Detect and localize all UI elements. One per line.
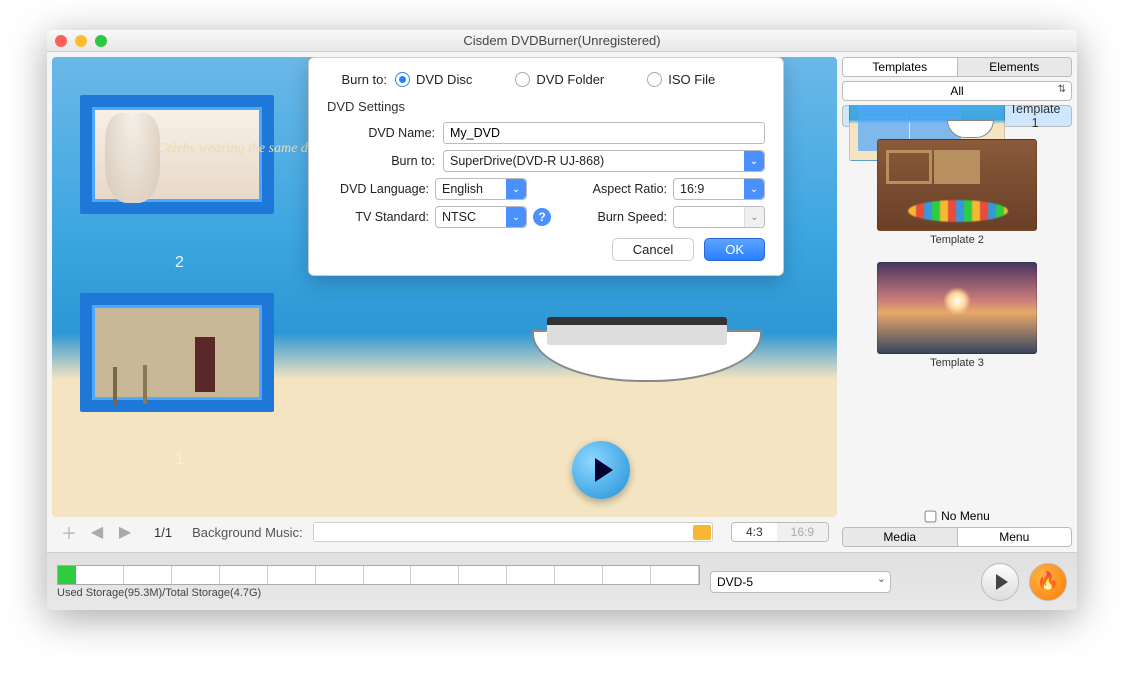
prev-page-icon[interactable]: ◀	[88, 523, 106, 541]
video-clip-1[interactable]	[80, 293, 274, 412]
help-icon[interactable]: ?	[533, 208, 551, 226]
dvd-language-label: DVD Language:	[327, 182, 429, 196]
preview-toolbar: ＋ ◀ ▶ 1/1 Background Music: 4:3 16:9	[52, 517, 837, 547]
aspect-ratio-label: Aspect Ratio:	[593, 182, 667, 196]
aspect-ratio-select[interactable]: 16:9⌄	[673, 178, 765, 200]
dvd-settings-header: DVD Settings	[327, 99, 765, 114]
radio-dvd-disc[interactable]: DVD Disc	[395, 72, 472, 87]
ok-button[interactable]: OK	[704, 238, 765, 261]
sidebar: Templates Elements All Template 1 Templa…	[842, 57, 1072, 547]
template-item-3[interactable]: Template 3	[842, 258, 1072, 373]
aspect-43-button[interactable]: 4:3	[732, 523, 777, 541]
burn-button[interactable]	[1029, 563, 1067, 601]
dvd-language-select[interactable]: English⌄	[435, 178, 527, 200]
clip-number-1: 1	[175, 451, 184, 469]
radio-iso-file[interactable]: ISO File	[647, 72, 715, 87]
burn-to-drive-label: Burn to:	[345, 154, 435, 168]
menu-preview-canvas[interactable]: Celebs wearing the same dress 2 1 Burn t…	[52, 57, 837, 517]
burn-to-drive-select[interactable]: SuperDrive(DVD-R UJ-868)⌄	[443, 150, 765, 172]
burn-settings-dialog: Burn to: DVD Disc DVD Folder ISO File DV…	[308, 57, 784, 276]
tab-menu[interactable]: Menu	[957, 528, 1072, 546]
tab-elements[interactable]: Elements	[957, 58, 1072, 76]
template-item-1[interactable]: Template 1	[842, 105, 1072, 127]
dvd-name-label: DVD Name:	[345, 126, 435, 140]
page-indicator: 1/1	[154, 525, 172, 540]
add-icon[interactable]: ＋	[60, 523, 78, 541]
tv-standard-label: TV Standard:	[327, 210, 429, 224]
template-art-boat	[532, 302, 762, 382]
tab-templates[interactable]: Templates	[843, 58, 957, 76]
bottom-bar: Used Storage(95.3M)/Total Storage(4.7G)	[47, 552, 1077, 610]
category-select[interactable]: All	[842, 81, 1072, 101]
app-window: Cisdem DVDBurner(Unregistered) Celebs we…	[47, 30, 1077, 610]
template-item-2[interactable]: Template 2	[842, 135, 1072, 250]
video-clip-caption: Celebs wearing the same dress	[157, 141, 330, 158]
aspect-segment: 4:3 16:9	[731, 522, 829, 542]
play-button-big[interactable]	[572, 441, 630, 499]
no-menu-label: No Menu	[941, 509, 990, 523]
no-menu-checkbox[interactable]	[925, 510, 937, 522]
tab-media[interactable]: Media	[843, 528, 957, 546]
storage-meter	[57, 565, 700, 585]
tv-standard-select[interactable]: NTSC⌄	[435, 206, 527, 228]
radio-dvd-folder[interactable]: DVD Folder	[515, 72, 604, 87]
cancel-button[interactable]: Cancel	[612, 238, 694, 261]
dvd-name-input[interactable]	[443, 122, 765, 144]
burn-speed-label: Burn Speed:	[598, 210, 668, 224]
clip-number-2: 2	[175, 254, 184, 272]
dvd-type-select[interactable]	[710, 571, 891, 593]
burn-speed-select[interactable]: ⌄	[673, 206, 765, 228]
titlebar: Cisdem DVDBurner(Unregistered)	[47, 30, 1077, 52]
storage-text: Used Storage(95.3M)/Total Storage(4.7G)	[57, 587, 700, 599]
window-title: Cisdem DVDBurner(Unregistered)	[47, 33, 1077, 48]
preview-play-button[interactable]	[981, 563, 1019, 601]
bg-music-label: Background Music:	[192, 525, 303, 540]
next-page-icon[interactable]: ▶	[116, 523, 134, 541]
browse-music-icon[interactable]	[693, 525, 711, 540]
bg-music-input[interactable]	[313, 522, 713, 542]
aspect-169-button[interactable]: 16:9	[777, 523, 828, 541]
burn-to-label: Burn to:	[327, 72, 387, 87]
